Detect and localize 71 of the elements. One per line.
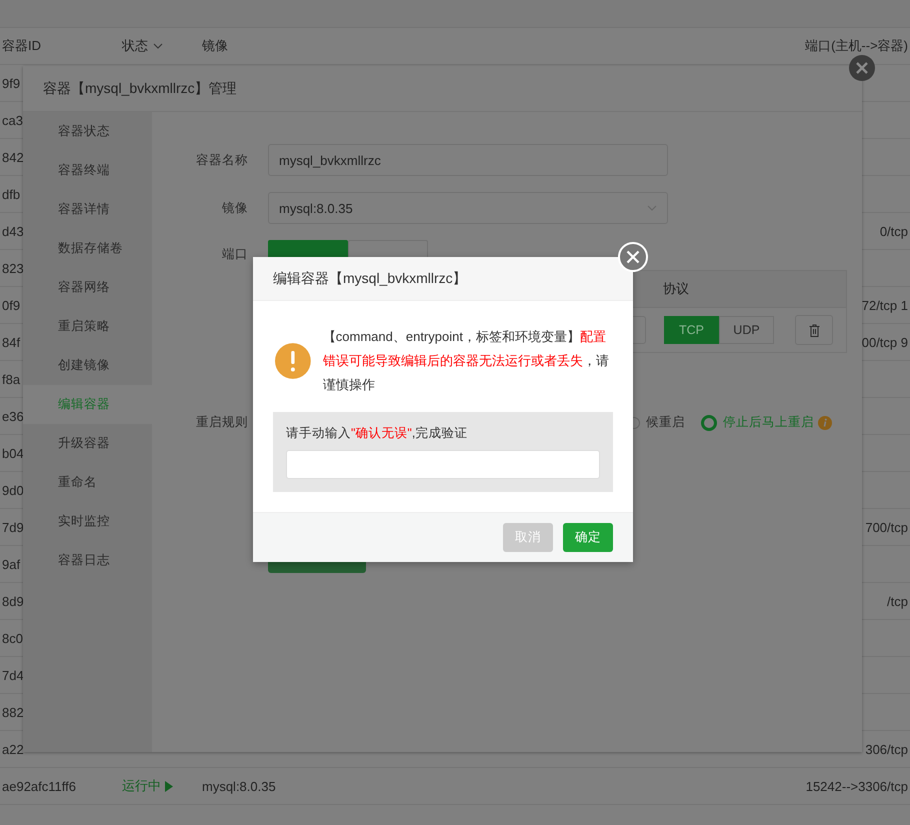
container-id: e36: [2, 408, 24, 424]
container-id: 882: [2, 704, 24, 720]
container-id: ca3: [2, 112, 23, 128]
column-header: 端口(主机-->容器): [805, 37, 908, 55]
sidebar-item[interactable]: 重启策略: [23, 307, 152, 346]
port-mapping: 306/tcp: [865, 742, 908, 756]
column-header[interactable]: 状态: [122, 37, 202, 55]
chevron-down-icon: [647, 205, 657, 211]
container-id: ae92afc11ff6: [2, 778, 76, 794]
port-mapping: 700/tcp: [865, 520, 908, 534]
field-label: 镜像: [221, 200, 248, 216]
sidebar-item[interactable]: 容器网络: [23, 268, 152, 307]
restart-option[interactable]: 停止后马上重启: [701, 414, 814, 431]
container-id: b04: [2, 446, 24, 460]
warning-message: 【command、entrypoint，标签和环境变量】配置错误可能导致编辑后的容器无法运行或者丢失，请谨慎操作: [322, 328, 610, 394]
dialog-title: 容器【mysql_bvkxmllrzc】管理: [43, 80, 237, 98]
play-icon: [165, 780, 173, 792]
port-mapping: 00/tcp 9: [862, 334, 908, 350]
verify-input[interactable]: [286, 450, 600, 479]
verify-prompt: 请手动输入"确认无误",完成验证: [286, 425, 468, 442]
field-label: 端口: [221, 246, 248, 262]
sidebar-item[interactable]: 创建镜像: [23, 346, 152, 385]
sidebar-item[interactable]: 容器终端: [23, 151, 152, 190]
column-header: 协议: [663, 280, 689, 298]
close-icon: [626, 250, 640, 264]
container-id: 9af: [2, 556, 20, 572]
container-id: 84f: [2, 334, 20, 350]
info-icon: [818, 416, 832, 430]
sidebar-item[interactable]: 数据存储卷: [23, 229, 152, 268]
container-id: 7d9: [2, 520, 24, 534]
container-id: 842: [2, 150, 24, 164]
sidebar-item[interactable]: 容器详情: [23, 190, 152, 229]
field-label: 重启规则: [195, 414, 248, 431]
container-id: f8a: [2, 372, 20, 386]
container-id: 8c0: [2, 630, 23, 646]
sidebar-item[interactable]: 容器状态: [23, 112, 152, 151]
column-header: 容器ID: [2, 37, 42, 55]
field-label: 容器名称: [195, 152, 248, 168]
container-id: 0f9: [2, 298, 20, 312]
sidebar-item[interactable]: 升级容器: [23, 424, 152, 463]
confirm-button[interactable]: 确定: [563, 523, 613, 552]
container-id: 823: [2, 260, 24, 276]
sidebar-item[interactable]: 实时监控: [23, 502, 152, 541]
container-id: d43: [2, 224, 24, 238]
container-id: 7d4: [2, 668, 24, 682]
image-select[interactable]: mysql:8.0.35: [268, 192, 668, 224]
port-mapping: 72/tcp 1: [862, 298, 908, 312]
container-id: 9f9: [2, 76, 20, 90]
warning-icon: [275, 343, 311, 379]
protocol-toggle[interactable]: TCP: [664, 316, 719, 344]
container-id: dfb: [2, 186, 20, 202]
column-header: 镜像: [202, 37, 229, 55]
name-field[interactable]: mysql_bvkxmllrzc: [268, 144, 668, 176]
port-mapping: 0/tcp: [880, 224, 908, 238]
sidebar-item[interactable]: 编辑容器: [23, 385, 152, 424]
container-id: a22: [2, 742, 24, 756]
status-label: 运行中: [122, 777, 202, 795]
sidebar-item[interactable]: 重命名: [23, 463, 152, 502]
image-name: mysql:8.0.35: [202, 778, 276, 794]
dialog-title: 编辑容器【mysql_bvkxmllrzc】: [273, 270, 467, 288]
close-button[interactable]: [849, 55, 875, 81]
container-id: 9d0: [2, 482, 24, 498]
port-mapping: 15242-->3306/tcp: [806, 778, 908, 794]
delete-button[interactable]: [795, 315, 833, 345]
trash-icon: [808, 324, 820, 336]
close-icon: [856, 62, 868, 74]
port-mapping: /tcp: [887, 594, 908, 608]
chevron-down-icon: [153, 43, 163, 49]
sidebar-item[interactable]: 容器日志: [23, 541, 152, 580]
container-id: 8d9: [2, 594, 24, 608]
protocol-toggle[interactable]: UDP: [719, 316, 774, 344]
